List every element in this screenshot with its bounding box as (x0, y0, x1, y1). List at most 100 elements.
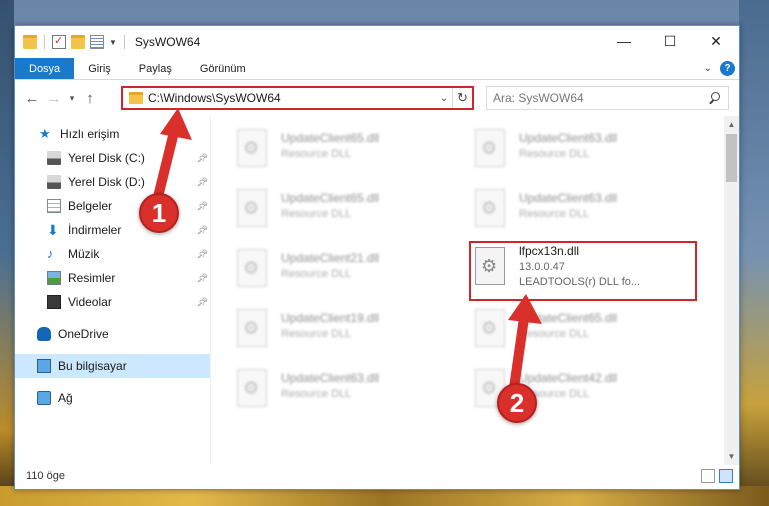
file-name: UpdateClient63.dll (519, 131, 618, 145)
main-body: ★ Hızlı erişim Yerel Disk (C:) 📌︎ Yerel … (15, 116, 739, 465)
dll-file-icon (475, 129, 505, 167)
file-item[interactable]: UpdateClient65.dll Resource DLL (237, 184, 457, 236)
recent-locations-icon[interactable]: ▾ (65, 93, 79, 104)
window-controls: — ☐ ✕ (601, 26, 739, 56)
dll-file-icon (237, 249, 267, 287)
sidebar-item-label: Videolar (68, 295, 112, 309)
star-icon: ★ (39, 126, 51, 141)
tab-file[interactable]: Dosya (15, 58, 75, 79)
scroll-down-icon[interactable]: ▼ (724, 449, 739, 464)
pictures-icon (47, 271, 61, 285)
file-type: Resource DLL (281, 388, 352, 400)
tab-home[interactable]: Giriş (74, 58, 125, 79)
dll-file-icon (237, 309, 267, 347)
music-icon: ♪ (47, 246, 54, 261)
pin-icon[interactable]: 📌︎ (197, 249, 208, 260)
chevron-down-icon[interactable]: ⌄ (436, 93, 452, 104)
close-button[interactable]: ✕ (693, 26, 739, 56)
sidebar-item-label: Hızlı erişim (60, 127, 120, 141)
file-name: UpdateClient65.dll (281, 131, 380, 145)
file-item[interactable]: UpdateClient63.dll Resource DLL (475, 124, 695, 176)
back-arrow-icon[interactable]: ← (21, 90, 43, 107)
sidebar-item-music[interactable]: ♪ Müzik 📌︎ (15, 242, 210, 266)
properties-check-icon[interactable] (52, 34, 66, 49)
sidebar-item-label: OneDrive (58, 327, 109, 341)
refresh-icon[interactable]: ↻ (452, 88, 472, 108)
dll-file-icon (475, 189, 505, 227)
file-name: UpdateClient19.dll (281, 311, 380, 325)
disk-icon (47, 151, 61, 165)
properties-icon[interactable] (90, 35, 104, 49)
file-item[interactable]: UpdateClient63.dll Resource DLL (237, 364, 457, 416)
file-item[interactable]: UpdateClient65.dll Resource DLL (237, 124, 457, 176)
navigation-bar: ← → ▾ ↑ C:\Windows\SysWOW64 ⌄ ↻ Ara: Sys… (15, 80, 739, 116)
dll-file-icon (237, 189, 267, 227)
file-item[interactable]: UpdateClient21.dll Resource DLL (237, 244, 457, 296)
sidebar-item-label: İndirmeler (68, 223, 122, 237)
file-item[interactable]: UpdateClient19.dll Resource DLL (237, 304, 457, 356)
dll-file-icon (237, 369, 267, 407)
folder-icon[interactable] (23, 35, 37, 49)
search-placeholder[interactable]: Ara: SysWOW64 (493, 91, 708, 105)
file-item[interactable]: UpdateClient63.dll Resource DLL (475, 184, 695, 236)
sidebar-item-downloads[interactable]: ⬇ İndirmeler 📌︎ (15, 218, 210, 242)
search-input[interactable]: Ara: SysWOW64 (486, 86, 729, 110)
sidebar-item-label: Belgeler (68, 199, 113, 213)
computer-icon (37, 359, 51, 373)
sidebar-item-label: Resimler (68, 271, 116, 285)
pin-icon[interactable]: 📌︎ (197, 273, 208, 284)
sidebar-item-videos[interactable]: Videolar 📌︎ (15, 290, 210, 314)
disk-icon (47, 175, 61, 189)
toolbar-separator (44, 35, 45, 49)
scrollbar-thumb[interactable] (726, 134, 737, 182)
file-name: UpdateClient63.dll (519, 191, 618, 205)
pin-icon[interactable]: 📌︎ (197, 297, 208, 308)
ribbon-tabs: Dosya Giriş Paylaş Görünüm ⌄ ? (15, 58, 739, 80)
tab-view[interactable]: Görünüm (186, 58, 260, 79)
status-bar: 110 öge (15, 463, 739, 489)
help-icon[interactable]: ? (720, 61, 735, 76)
sidebar-item-this-pc[interactable]: Bu bilgisayar (15, 354, 210, 378)
customize-toolbar-icon[interactable]: ▼ (109, 38, 117, 47)
sidebar-item-onedrive[interactable]: OneDrive (15, 322, 210, 346)
tab-share[interactable]: Paylaş (125, 58, 186, 79)
toolbar-separator (123, 35, 125, 49)
file-name: UpdateClient63.dll (281, 371, 380, 385)
step-2-badge: 2 (497, 383, 537, 423)
onedrive-icon (37, 327, 51, 341)
file-type: Resource DLL (281, 268, 352, 280)
maximize-button[interactable]: ☐ (647, 26, 693, 56)
expand-ribbon-icon[interactable]: ⌄ (704, 63, 712, 74)
sidebar-item-label: Ağ (58, 391, 73, 405)
sidebar-item-network[interactable]: Ağ (15, 386, 210, 410)
new-folder-icon[interactable] (71, 35, 85, 49)
sidebar-item-pictures[interactable]: Resimler 📌︎ (15, 266, 210, 290)
dll-file-icon (237, 129, 267, 167)
pin-icon[interactable]: 📌︎ (197, 225, 208, 236)
file-type: Resource DLL (519, 148, 590, 160)
annotation-arrow-2 (508, 294, 542, 393)
download-icon: ⬇ (47, 222, 59, 238)
file-type: Resource DLL (281, 208, 352, 220)
vertical-scrollbar[interactable]: ▲ ▼ (724, 116, 739, 465)
item-count: 110 öge (26, 470, 65, 482)
step-1-badge: 1 (139, 193, 179, 233)
minimize-button[interactable]: — (601, 26, 647, 56)
forward-arrow-icon[interactable]: → (43, 90, 65, 107)
file-name: UpdateClient21.dll (281, 251, 380, 265)
scroll-up-icon[interactable]: ▲ (724, 117, 739, 132)
documents-icon (47, 199, 61, 213)
title-bar: ▼ SysWOW64 — ☐ ✕ (15, 26, 739, 58)
tiles-view-icon[interactable] (719, 469, 733, 483)
videos-icon (47, 295, 61, 309)
sidebar-item-label: Bu bilgisayar (58, 359, 127, 373)
file-name: UpdateClient65.dll (281, 191, 380, 205)
file-type: Resource DLL (519, 208, 590, 220)
explorer-window: ▼ SysWOW64 — ☐ ✕ Dosya Giriş Paylaş Görü… (14, 25, 740, 490)
details-view-icon[interactable] (701, 469, 715, 483)
up-arrow-icon[interactable]: ↑ (79, 90, 101, 107)
file-list: UpdateClient65.dll Resource DLL UpdateCl… (211, 116, 739, 465)
search-icon[interactable] (708, 91, 722, 105)
file-type: Resource DLL (281, 328, 352, 340)
file-type: Resource DLL (281, 148, 352, 160)
